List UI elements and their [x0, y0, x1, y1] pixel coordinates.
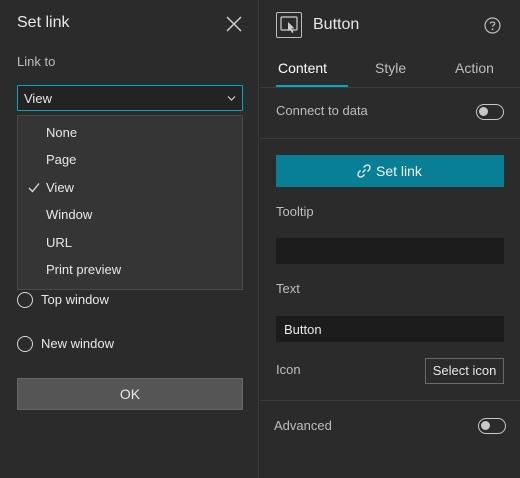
widget-settings-panel: Button Content Style Action Connect to d…	[260, 0, 520, 478]
link-to-select[interactable]: View	[17, 85, 243, 111]
divider	[260, 87, 520, 88]
dropdown-item-label: Page	[46, 152, 77, 167]
text-label: Text	[276, 281, 300, 296]
tab-style[interactable]: Style	[375, 60, 406, 76]
text-input[interactable]: Button	[276, 316, 504, 342]
radio-label: Top window	[41, 292, 109, 307]
tab-action[interactable]: Action	[455, 60, 494, 76]
dropdown-item-print-preview[interactable]: Print preview	[18, 257, 242, 283]
connect-to-data-label: Connect to data	[276, 103, 368, 118]
dropdown-item-label: None	[46, 125, 78, 140]
divider	[260, 400, 520, 401]
tab-content[interactable]: Content	[278, 60, 327, 76]
close-icon[interactable]	[224, 14, 244, 34]
advanced-label: Advanced	[274, 418, 332, 433]
advanced-toggle[interactable]	[478, 418, 506, 434]
link-to-dropdown-menu: None Page View Window URL Print preview	[17, 115, 243, 290]
dropdown-item-label: View	[46, 180, 74, 195]
radio-circle[interactable]	[17, 292, 33, 308]
widget-title: Button	[313, 16, 360, 33]
dropdown-item-none[interactable]: None	[18, 120, 242, 146]
radio-label: New window	[41, 336, 114, 351]
icon-label: Icon	[276, 362, 301, 377]
dropdown-item-label: Window	[46, 207, 93, 222]
dropdown-item-label: URL	[46, 235, 73, 250]
toggle-knob	[479, 107, 488, 116]
divider	[260, 138, 520, 139]
chevron-down-icon	[227, 96, 236, 101]
toggle-knob	[481, 421, 490, 430]
dropdown-item-page[interactable]: Page	[18, 147, 242, 173]
link-to-label: Link to	[17, 54, 56, 69]
tooltip-label: Tooltip	[276, 204, 314, 219]
widget-button-icon	[276, 12, 302, 38]
set-link-panel: Set link Link to View None Page View Win…	[0, 0, 259, 478]
set-link-title: Set link	[17, 14, 70, 31]
select-icon-button[interactable]: Select icon	[425, 358, 504, 384]
set-link-button-label: Set link	[376, 163, 422, 179]
dropdown-item-label: Print preview	[46, 262, 122, 277]
ok-button[interactable]: OK	[17, 378, 243, 410]
link-icon	[357, 164, 371, 178]
connect-to-data-toggle[interactable]	[476, 104, 504, 120]
link-to-select-value: View	[24, 91, 52, 106]
dropdown-item-window[interactable]: Window	[18, 202, 242, 228]
tooltip-input[interactable]	[276, 238, 504, 264]
radio-circle[interactable]	[17, 336, 33, 352]
text-input-value: Button	[284, 322, 322, 337]
dropdown-item-url[interactable]: URL	[18, 230, 242, 256]
check-icon	[28, 183, 40, 193]
set-link-button[interactable]: Set link	[276, 155, 504, 187]
dropdown-item-view[interactable]: View	[18, 175, 242, 201]
help-icon[interactable]	[484, 17, 501, 34]
